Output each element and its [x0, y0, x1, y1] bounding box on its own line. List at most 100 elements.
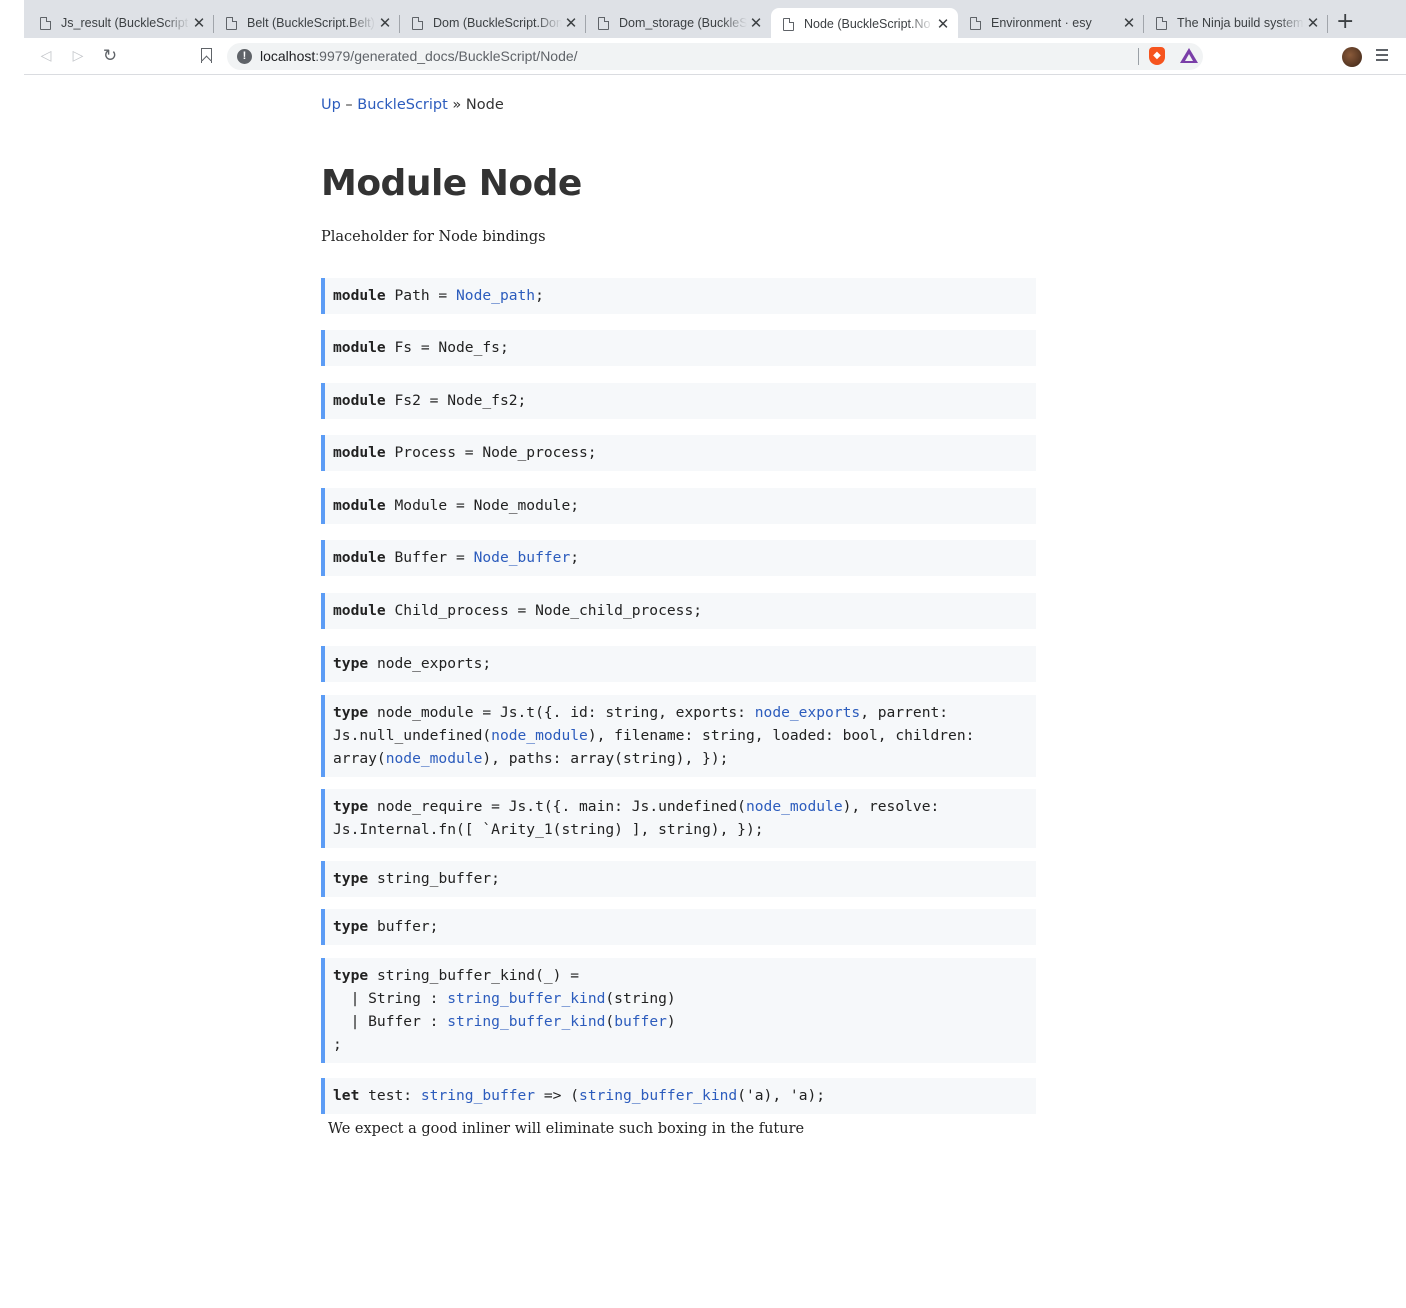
close-icon[interactable]: ✕ — [376, 14, 394, 32]
bookmark-icon[interactable] — [201, 48, 212, 63]
code-type-link[interactable]: buffer — [614, 1013, 667, 1030]
tab-title: Dom (BuckleScript.Dom — [433, 16, 562, 30]
breadcrumb-dash: – — [340, 97, 358, 113]
brave-rewards-icon[interactable] — [1180, 48, 1198, 63]
close-icon[interactable]: ✕ — [934, 15, 952, 33]
code-text: ; — [570, 549, 580, 566]
spec-type-node-module: type node_module = Js.t({. id: string, e… — [321, 695, 1036, 777]
tab-belt[interactable]: Belt (BuckleScript.Belt) ✕ — [214, 8, 400, 38]
tab-title: Js_result (BuckleScript. — [61, 16, 190, 30]
code-keyword: module — [333, 549, 386, 566]
code-type-link[interactable]: string_buffer_kind — [447, 1013, 605, 1030]
page-icon — [1156, 16, 1167, 30]
omnibox-divider — [1138, 48, 1139, 65]
spec-module-fs: module Fs = Node_fs; — [321, 330, 1036, 366]
code-type-link[interactable]: string_buffer_kind — [447, 990, 605, 1007]
back-icon[interactable]: ◁ — [36, 46, 56, 66]
code-text: test: — [359, 1087, 421, 1104]
code-type-link[interactable]: string_buffer — [421, 1087, 535, 1104]
code-keyword: module — [333, 392, 386, 409]
page-icon — [412, 16, 423, 30]
tab-js-result[interactable]: Js_result (BuckleScript. ✕ — [28, 8, 214, 38]
url-text[interactable]: localhost:9979/generated_docs/BuckleScri… — [260, 48, 578, 64]
code-type-link[interactable]: node_exports — [755, 704, 860, 721]
browser-chrome: Js_result (BuckleScript. ✕ Belt (BuckleS… — [24, 0, 1406, 75]
spec-test-doc: We expect a good inliner will eliminate … — [328, 1121, 805, 1137]
code-text: Child_process = Node_child_process; — [385, 602, 703, 619]
breadcrumb-separator: » — [447, 97, 466, 113]
spec-type-string-buffer-kind: type string_buffer_kind(_) = | String : … — [321, 958, 1036, 1063]
close-icon[interactable]: ✕ — [190, 14, 208, 32]
tab-ninja[interactable]: The Ninja build system ✕ — [1144, 8, 1328, 38]
brave-shields-icon[interactable]: ◆ — [1149, 47, 1165, 65]
code-text: string_buffer; — [368, 870, 500, 887]
tab-separator — [1327, 15, 1328, 33]
spec-module-module: module Module = Node_module; — [321, 488, 1036, 524]
code-keyword: module — [333, 444, 386, 461]
code-type-link[interactable]: node_module — [491, 727, 588, 744]
code-keyword: type — [333, 798, 369, 815]
code-type-link[interactable]: Node_path — [456, 287, 535, 304]
code-type-link[interactable]: node_module — [386, 750, 483, 767]
code-text: ; — [535, 287, 544, 304]
url-path: :9979/generated_docs/BuckleScript/Node/ — [315, 48, 578, 64]
tab-dom[interactable]: Dom (BuckleScript.Dom ✕ — [400, 8, 586, 38]
code-text: Buffer = — [385, 549, 474, 566]
spec-type-buffer: type buffer; — [321, 909, 1036, 945]
spec-type-node-exports: type node_exports; — [321, 646, 1036, 682]
code-keyword: type — [333, 967, 369, 984]
spec-type-node-require: type node_require = Js.t({. main: Js.und… — [321, 789, 1036, 848]
tab-dom-storage[interactable]: Dom_storage (BuckleS ✕ — [586, 8, 771, 38]
address-bar[interactable]: ! localhost:9979/generated_docs/BuckleSc… — [227, 43, 1203, 70]
spec-module-child-process: module Child_process = Node_child_proces… — [321, 593, 1036, 629]
profile-avatar[interactable] — [1342, 47, 1362, 67]
url-host: localhost — [260, 48, 316, 64]
spec-module-process: module Process = Node_process; — [321, 435, 1036, 471]
code-keyword: module — [333, 497, 386, 514]
code-text: Fs = Node_fs; — [385, 339, 509, 356]
spec-val-test: let test: string_buffer => (string_buffe… — [321, 1078, 1036, 1114]
tab-title: Environment · esy — [991, 16, 1092, 30]
code-keyword: module — [333, 602, 386, 619]
code-text: Path = — [385, 287, 457, 304]
tab-title: Dom_storage (BuckleS — [619, 16, 747, 30]
menu-icon[interactable] — [1376, 49, 1388, 64]
code-keyword: type — [333, 870, 369, 887]
spec-module-fs2: module Fs2 = Node_fs2; — [321, 383, 1036, 419]
code-keyword: type — [333, 918, 369, 935]
reload-icon[interactable]: ↻ — [100, 46, 120, 66]
page-icon — [598, 16, 609, 30]
spec-module-buffer: module Buffer = Node_buffer; — [321, 540, 1036, 576]
forward-icon[interactable]: ▷ — [68, 46, 88, 66]
page-title: Module Node — [321, 163, 582, 204]
close-icon[interactable]: ✕ — [1120, 14, 1138, 32]
toolbar: ◁ ▷ ↻ ! localhost:9979/generated_docs/Bu… — [24, 38, 1406, 75]
code-text: ), paths: array(string), }); — [482, 750, 729, 767]
breadcrumb-parent-link[interactable]: BuckleScript — [357, 97, 448, 113]
code-text: node_require = Js.t({. main: Js.undefine… — [368, 798, 746, 815]
tab-title: Node (BuckleScript.No — [804, 17, 931, 31]
page-icon — [970, 16, 981, 30]
code-text: ( — [605, 1013, 615, 1030]
close-icon[interactable]: ✕ — [562, 14, 580, 32]
new-tab-button[interactable]: + — [1336, 11, 1354, 33]
code-keyword: module — [333, 339, 386, 356]
breadcrumb-current: Node — [465, 97, 504, 113]
info-icon[interactable]: ! — [237, 49, 252, 64]
code-text: Process = Node_process; — [385, 444, 597, 461]
close-icon[interactable]: ✕ — [1304, 14, 1322, 32]
tab-environment-esy[interactable]: Environment · esy ✕ — [958, 8, 1144, 38]
code-type-link[interactable]: node_module — [746, 798, 843, 815]
spec-module-path: module Path = Node_path; — [321, 278, 1036, 314]
code-text: Module = Node_module; — [385, 497, 580, 514]
code-keyword: type — [333, 655, 369, 672]
code-type-link[interactable]: Node_buffer — [474, 549, 571, 566]
page-icon — [783, 17, 794, 31]
close-icon[interactable]: ✕ — [747, 14, 765, 32]
code-text: => ( — [535, 1087, 580, 1104]
tab-node[interactable]: Node (BuckleScript.No ✕ — [771, 8, 958, 40]
code-text: Fs2 = Node_fs2; — [385, 392, 527, 409]
code-type-link[interactable]: string_buffer_kind — [579, 1087, 737, 1104]
breadcrumb-up-link[interactable]: Up — [321, 97, 341, 113]
tab-title: The Ninja build system — [1177, 16, 1304, 30]
